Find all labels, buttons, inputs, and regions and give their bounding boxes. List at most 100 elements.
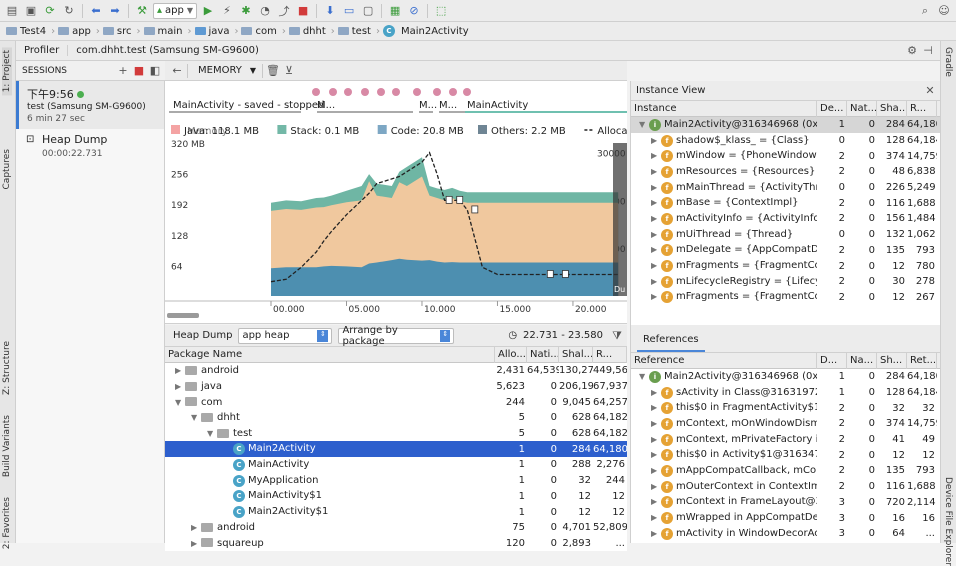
chevron-right-icon[interactable]: ▶ bbox=[651, 261, 661, 270]
table-row[interactable]: ▶ f mBase = {ContextImpl} 2 0 116 1,688 bbox=[631, 195, 940, 212]
chevron-down-icon[interactable]: ▼ bbox=[639, 372, 649, 381]
chevron-right-icon[interactable]: ▶ bbox=[651, 292, 661, 301]
table-row[interactable]: ▶fmContext in FrameLayout@3163 3 0 7202,114 bbox=[631, 494, 940, 511]
chevron-down-icon[interactable]: ▼ bbox=[639, 120, 649, 129]
table-row[interactable]: ▶ f mAppCompatCallback, mConte 2 0 135 793 bbox=[631, 463, 940, 479]
table-row[interactable]: ▶fmDelegate = {AppCompatDeleg 2 0 135 793 bbox=[631, 242, 940, 259]
tab-references[interactable]: References bbox=[637, 334, 705, 352]
col-retained[interactable]: R... bbox=[907, 100, 937, 117]
table-row[interactable]: ▼iMain2Activity@316346968 (0x12db 1 0 28464… bbox=[631, 369, 940, 385]
sdk-icon[interactable]: ⬇ bbox=[322, 3, 338, 19]
chevron-right-icon[interactable]: ▶ bbox=[651, 403, 661, 412]
table-row[interactable]: ▼iMain2Activity@316346968 (0x12db 1 0 28464… bbox=[631, 117, 940, 133]
device-icon[interactable]: ▢ bbox=[360, 3, 376, 19]
table-row[interactable]: ▶ android 75 0 4,701 52,809 bbox=[165, 519, 627, 536]
gear-icon[interactable]: ⚙ bbox=[904, 43, 920, 59]
hide-icon[interactable]: ⊣ bbox=[920, 43, 936, 59]
col-native[interactable]: Nat... bbox=[847, 100, 877, 117]
table-row[interactable]: ▶ f mUiThread = {Thread} 0 0 132 1,062 bbox=[631, 226, 940, 243]
breadcrumb-item[interactable]: C Main2Activity bbox=[382, 25, 472, 37]
table-row[interactable]: ▼ test 5 0 62864,182,1 bbox=[165, 425, 627, 442]
table-row[interactable]: ▶ f mResources = {Resources} 2 0 48 6,838 bbox=[631, 164, 940, 180]
table-row[interactable]: ▶fmFragments = {FragmentContro 2 0 12 267 bbox=[631, 289, 940, 306]
table-row[interactable]: C Main2Activity$1 1 0 12 12 bbox=[165, 504, 627, 520]
col-alloc[interactable]: Allo... bbox=[495, 346, 527, 363]
build-hammer-icon[interactable]: ⚒ bbox=[134, 3, 150, 19]
chevron-down-icon[interactable]: ▼ bbox=[207, 429, 217, 438]
arrange-select[interactable]: Arrange by package ⇕ bbox=[338, 325, 455, 347]
stop-session-icon[interactable]: ■ bbox=[131, 63, 147, 79]
session-item[interactable]: 下午9:56 test (Samsung SM-G9600) 6 min 27 … bbox=[16, 81, 164, 129]
table-row[interactable]: ▶fthis$0 in FragmentActivity$1@31 2 0 32 32 bbox=[631, 400, 940, 417]
chevron-right-icon[interactable]: ▶ bbox=[175, 366, 185, 375]
chevron-right-icon[interactable]: ▶ bbox=[651, 482, 661, 491]
run-config-select[interactable]: ▴ app ▼ bbox=[153, 2, 198, 19]
chevron-right-icon[interactable]: ▶ bbox=[651, 277, 661, 286]
memory-label[interactable]: MEMORY bbox=[198, 65, 242, 76]
forward-icon[interactable]: ➡ bbox=[107, 3, 123, 19]
table-row[interactable]: ▶ java 5,623 0206,1967,937,8 bbox=[165, 378, 627, 395]
chevron-right-icon[interactable]: ▶ bbox=[651, 136, 661, 145]
breadcrumb-item[interactable]: dhht › bbox=[288, 26, 338, 37]
table-row[interactable]: ▶ squareup 120 0 2,893... bbox=[165, 535, 627, 552]
table-row[interactable]: C MainActivity 1 0 288 2,276 bbox=[165, 457, 627, 473]
chevron-right-icon[interactable]: ▶ bbox=[191, 539, 201, 548]
refresh-icon[interactable]: ↻ bbox=[61, 3, 77, 19]
chevron-right-icon[interactable]: ▶ bbox=[651, 513, 661, 522]
heap-select[interactable]: app heap ⇕ bbox=[238, 327, 333, 344]
back-icon[interactable]: ⬅ bbox=[88, 3, 104, 19]
table-row[interactable]: ▶fmWrapped in AppCompatDelegat 3 0 16 16 bbox=[631, 510, 940, 526]
chevron-right-icon[interactable]: ▶ bbox=[651, 497, 661, 506]
col-shallow[interactable]: Sh... bbox=[877, 352, 907, 369]
breadcrumb-item[interactable]: main › bbox=[143, 26, 195, 37]
table-row[interactable]: ▶fshadow$_klass_ = {Class} 0 0 12864,184 bbox=[631, 132, 940, 149]
table-row[interactable]: ▶fmMainThread = {ActivityThread 0 0 2265,24… bbox=[631, 179, 940, 196]
table-row[interactable]: ▶fmFragments = {FragmentContro 2 0 12 780 bbox=[631, 258, 940, 274]
tab-favorites[interactable]: 2: Favorites bbox=[2, 497, 12, 549]
close-icon[interactable]: ✕ bbox=[922, 83, 938, 99]
trash-icon[interactable]: 🗑 bbox=[265, 63, 281, 79]
sync-icon[interactable]: ⟳ bbox=[42, 3, 58, 19]
col-retained[interactable]: Ret... bbox=[907, 352, 937, 369]
table-row[interactable]: C MainActivity$1 1 0 12 12 bbox=[165, 488, 627, 505]
breadcrumb-item[interactable]: app › bbox=[58, 26, 103, 37]
table-row[interactable]: ▶fmLifecycleRegistry = {LifecycleR 2 0 30 27… bbox=[631, 273, 940, 290]
gc-marker-icon[interactable] bbox=[445, 195, 453, 204]
breadcrumb-item[interactable]: java › bbox=[194, 26, 242, 37]
gc-marker-icon[interactable] bbox=[546, 270, 554, 278]
col-reference[interactable]: Reference bbox=[631, 352, 817, 369]
chevron-right-icon[interactable]: ▶ bbox=[651, 419, 661, 428]
chevron-right-icon[interactable]: ▶ bbox=[651, 198, 661, 207]
col-retained[interactable]: R... bbox=[593, 346, 627, 363]
col-package-name[interactable]: Package Name bbox=[165, 346, 495, 363]
avd-icon[interactable]: ▭ bbox=[341, 3, 357, 19]
table-row[interactable]: ▶fmContext, mPrivateFactory in Ph 2 0 41 49 bbox=[631, 431, 940, 448]
profile-user-icon[interactable]: ☺ bbox=[936, 3, 952, 19]
dump-heap-icon[interactable]: ⊻ bbox=[281, 63, 297, 79]
tab-project[interactable]: 1: Project bbox=[2, 47, 12, 96]
table-row[interactable]: ▶fthis$0 in Activity$1@316347736 2 0 12 12 bbox=[631, 447, 940, 464]
search-icon[interactable]: ⌕ bbox=[917, 3, 933, 19]
apply-changes-icon[interactable]: ⚡ bbox=[219, 3, 235, 19]
chevron-down-icon[interactable]: ▼ bbox=[250, 66, 256, 75]
tab-captures[interactable]: Captures bbox=[2, 149, 12, 189]
chevron-right-icon[interactable]: ▶ bbox=[191, 523, 201, 532]
table-row[interactable]: ▶fmContext, mOnWindowDismisse 2 0 37414,759 bbox=[631, 416, 940, 432]
chevron-right-icon[interactable]: ▶ bbox=[651, 230, 661, 239]
heap-dump-item[interactable]: ⊡ Heap Dump 00:00:22.731 bbox=[16, 131, 164, 163]
open-icon[interactable]: ▤ bbox=[4, 3, 20, 19]
tab-device-file-explorer[interactable]: Device File Explorer bbox=[943, 477, 953, 566]
chevron-down-icon[interactable]: ▼ bbox=[191, 413, 201, 422]
chevron-right-icon[interactable]: ▶ bbox=[651, 183, 661, 192]
back-arrow-icon[interactable]: ← bbox=[169, 63, 185, 79]
profiler-tab[interactable]: Profiler bbox=[16, 45, 69, 56]
col-shallow[interactable]: Sha... bbox=[877, 100, 907, 117]
col-instance[interactable]: Instance bbox=[631, 100, 817, 117]
chart-scrollbar[interactable] bbox=[167, 313, 199, 318]
tab-build-variants[interactable]: Build Variants bbox=[2, 415, 12, 477]
chevron-right-icon[interactable]: ▶ bbox=[175, 382, 185, 391]
table-row[interactable]: ▶ android 2,43164,539,4130,275449,564 bbox=[165, 363, 627, 379]
stop-icon[interactable]: ■ bbox=[295, 3, 311, 19]
breadcrumb-item[interactable]: test › bbox=[337, 26, 383, 37]
chevron-right-icon[interactable]: ▶ bbox=[651, 435, 661, 444]
